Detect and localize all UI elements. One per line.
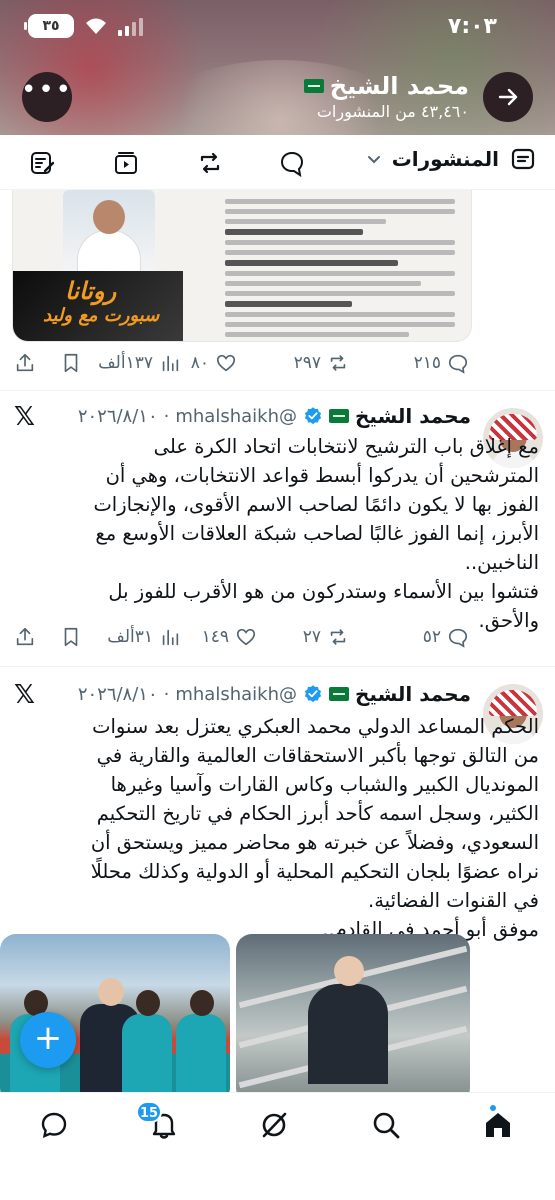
post-actions: ٢١٥ ٢٩٧ ٨٠ ١٣٧ألف — [0, 352, 555, 392]
back-button[interactable] — [483, 72, 533, 122]
author-handle[interactable]: @mhalshaikh — [175, 684, 297, 705]
post-image[interactable]: روتانا سبورت مع وليد — [12, 190, 472, 342]
tab-posts[interactable]: المنشورات — [366, 145, 537, 173]
post-text[interactable]: الحكم المساعد الدولي محمد العبكري يعتزل … — [87, 712, 539, 944]
views-count: ١٣٧ألف — [98, 353, 153, 373]
wifi-icon — [86, 18, 106, 34]
share-icon[interactable] — [14, 352, 36, 374]
reply-icon — [448, 628, 468, 648]
repost-button[interactable]: ٢٩٧ — [294, 352, 349, 374]
more-icon: ••• — [21, 75, 74, 105]
profile-name: محمد الشيخ — [303, 72, 469, 100]
tab-posts-label: المنشورات — [391, 147, 499, 171]
reply-icon — [448, 354, 468, 374]
status-time: ٧:٠٣ — [447, 14, 497, 39]
bookmark-icon[interactable] — [60, 352, 82, 374]
post-header: محمد الشيخ @mhalshaikh · ٢٠٢٦/٨/١٠ — [71, 680, 471, 708]
verified-icon — [304, 407, 322, 425]
posts-count: ٤٣,٤٦٠ من المنشورات — [316, 102, 469, 121]
gesture-bar-area — [0, 1162, 555, 1200]
tab-reposts[interactable] — [196, 149, 224, 177]
author-handle[interactable]: @mhalshaikh — [175, 406, 297, 427]
battery-icon: ٣٥ — [24, 14, 74, 38]
tab-articles[interactable] — [28, 149, 56, 177]
post-actions: ٥٢ ٢٧ ١٤٩ ٣١ألف — [0, 626, 555, 666]
post-date-separator: · — [163, 683, 170, 705]
portrait-photo — [63, 190, 155, 276]
search-icon[interactable] — [370, 1109, 402, 1141]
bookmark-icon[interactable] — [60, 626, 82, 648]
bottom-navigation: 15 — [0, 1092, 555, 1162]
author-name[interactable]: محمد الشيخ — [355, 682, 471, 706]
signal-icon — [118, 16, 143, 36]
reply-count: ٥٢ — [422, 627, 441, 647]
article-text-image — [225, 194, 455, 341]
share-icon[interactable] — [14, 626, 36, 648]
channel-logo: روتانا سبورت مع وليد — [13, 271, 183, 341]
views-button[interactable]: ٣١ألف — [107, 626, 181, 648]
repost-icon — [330, 355, 346, 371]
repost-count: ٢٩٧ — [293, 353, 321, 373]
tab-media[interactable] — [112, 149, 140, 177]
post-media-image[interactable] — [236, 934, 470, 1104]
repost-button[interactable]: ٢٧ — [303, 626, 349, 648]
posts-tab-icon — [511, 148, 535, 170]
post-date-separator: · — [163, 405, 170, 427]
more-button[interactable]: ••• — [21, 72, 72, 122]
author-name[interactable]: محمد الشيخ — [355, 404, 471, 428]
repost-icon — [330, 629, 346, 645]
messages-icon[interactable] — [38, 1109, 70, 1141]
status-icons: ٣٥ — [24, 14, 143, 38]
like-icon — [236, 628, 256, 646]
logo-text-line1: روتانا — [65, 277, 117, 305]
repost-count: ٢٧ — [302, 627, 321, 647]
like-icon — [216, 354, 236, 372]
reply-count: ٢١٥ — [413, 353, 441, 373]
compose-icon: + — [33, 1018, 63, 1058]
saudi-flag-icon — [328, 409, 349, 423]
views-button[interactable]: ١٣٧ألف — [98, 352, 181, 374]
post-text[interactable]: مع إغلاق باب الترشيح لانتخابات اتحاد الك… — [87, 432, 539, 635]
tab-replies[interactable] — [278, 149, 306, 177]
saudi-flag-icon — [303, 79, 324, 93]
reply-button[interactable]: ٢١٥ — [414, 352, 469, 374]
profile-name-text: محمد الشيخ — [329, 72, 469, 100]
compose-button[interactable]: + — [20, 1012, 76, 1068]
home-icon[interactable] — [482, 1109, 514, 1141]
post-divider — [0, 390, 555, 391]
post-header: محمد الشيخ @mhalshaikh · ٢٠٢٦/٨/١٠ — [71, 402, 471, 430]
like-count: ٨٠ — [190, 353, 209, 373]
back-arrow-icon — [498, 88, 518, 106]
grok-icon[interactable] — [258, 1109, 290, 1141]
chevron-down-icon[interactable] — [366, 151, 382, 167]
post-date[interactable]: ٢٠٢٦/٨/١٠ — [78, 406, 158, 427]
like-button[interactable]: ٨٠ — [191, 352, 237, 374]
like-button[interactable]: ١٤٩ — [202, 626, 257, 648]
views-icon — [162, 629, 179, 646]
views-icon — [162, 355, 179, 372]
home-unread-dot — [490, 1105, 496, 1111]
x-logo-icon[interactable]: 𝕏 — [14, 680, 35, 710]
profile-header: ٧:٠٣ ٣٥ ••• محمد الشيخ ٤٣,٤٦٠ من المنشور… — [0, 0, 555, 135]
saudi-flag-icon — [328, 687, 349, 701]
x-logo-icon[interactable]: 𝕏 — [14, 402, 35, 432]
post-divider — [0, 666, 555, 667]
like-count: ١٤٩ — [201, 627, 229, 647]
post-date[interactable]: ٢٠٢٦/٨/١٠ — [78, 684, 158, 705]
reply-button[interactable]: ٥٢ — [423, 626, 469, 648]
logo-text-line2: سبورت مع وليد — [43, 305, 160, 326]
verified-icon — [304, 685, 322, 703]
views-count: ٣١ألف — [107, 627, 153, 647]
profile-tabs: المنشورات — [0, 135, 555, 190]
notifications-badge: 15 — [136, 1101, 162, 1123]
